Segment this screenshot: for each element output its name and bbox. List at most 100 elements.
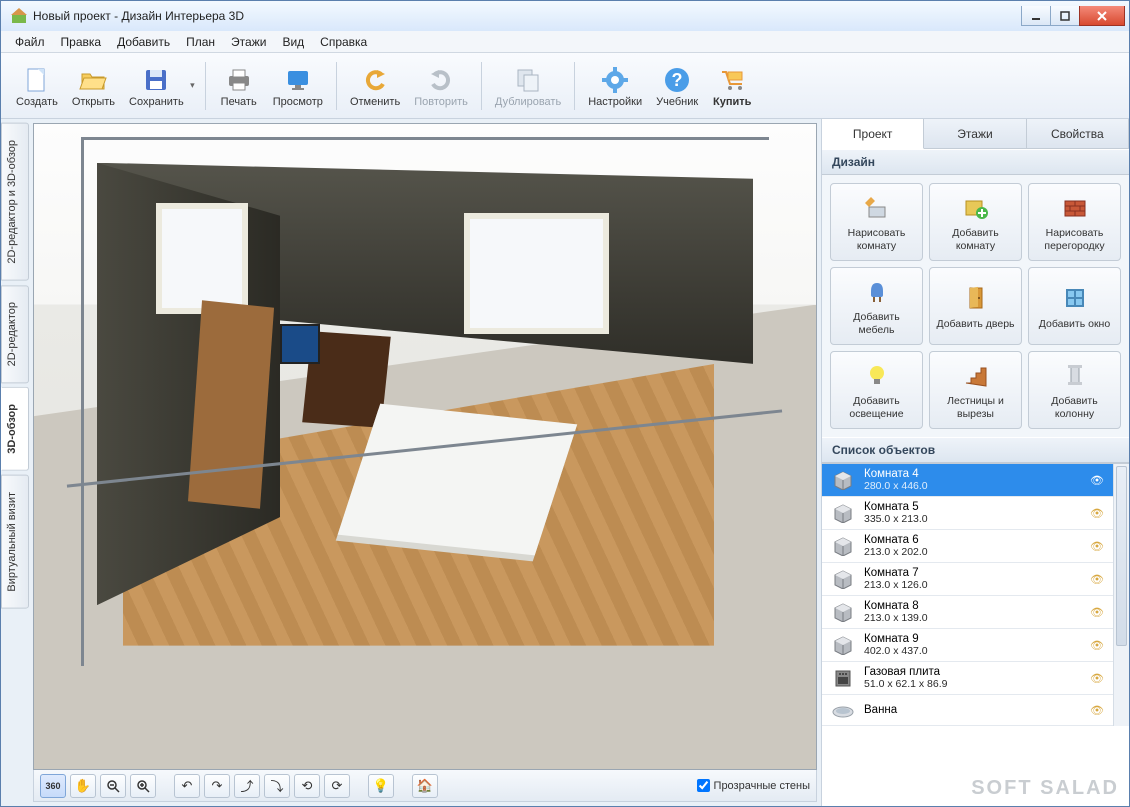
minimize-button[interactable] (1021, 6, 1051, 26)
tilt-up-button[interactable]: ⤴ (234, 774, 260, 798)
menu-file[interactable]: Файл (7, 33, 53, 51)
menu-edit[interactable]: Правка (53, 33, 110, 51)
visibility-eye-icon[interactable]: 👁 (1089, 474, 1105, 487)
pan-button[interactable]: ✋ (70, 774, 96, 798)
create-button[interactable]: Создать (9, 58, 65, 114)
draw-partition-button[interactable]: Нарисовать перегородку (1028, 183, 1121, 261)
duplicate-button[interactable]: Дублировать (488, 58, 568, 114)
object-list-item[interactable]: Комната 8213.0 x 139.0👁 (822, 596, 1113, 629)
visibility-eye-icon[interactable]: 👁 (1089, 606, 1105, 619)
rotate360-button[interactable]: 360 (40, 774, 66, 798)
object-name: Комната 4 (864, 468, 1081, 480)
maximize-button[interactable] (1050, 6, 1080, 26)
visibility-eye-icon[interactable]: 👁 (1089, 507, 1105, 520)
close-button[interactable] (1079, 6, 1125, 26)
cart-icon (716, 64, 748, 96)
rotate-left-button[interactable]: ↶ (174, 774, 200, 798)
frame-edge (81, 137, 769, 140)
menu-view[interactable]: Вид (274, 33, 312, 51)
transparent-walls-input[interactable] (697, 779, 710, 792)
object-list-item[interactable]: Газовая плита51.0 x 62.1 x 86.9👁 (822, 662, 1113, 695)
object-icon (830, 699, 856, 721)
right-panel: Проект Этажи Свойства Дизайн Нарисовать … (821, 119, 1129, 806)
add-furniture-button[interactable]: Добавить мебель (830, 267, 923, 345)
orbit-left-button[interactable]: ⟲ (294, 774, 320, 798)
new-file-icon (21, 64, 53, 96)
toolbar-separator (481, 62, 482, 110)
object-list-item[interactable]: Комната 7213.0 x 126.0👁 (822, 563, 1113, 596)
tab-3d-view[interactable]: 3D-обзор (1, 387, 29, 471)
rotate-right-button[interactable]: ↷ (204, 774, 230, 798)
svg-text:?: ? (672, 70, 683, 90)
tab-2d-3d-combo[interactable]: 2D-редактор и 3D-обзор (1, 123, 29, 281)
add-door-button[interactable]: Добавить дверь (929, 267, 1022, 345)
object-list-item[interactable]: Комната 9402.0 x 437.0👁 (822, 629, 1113, 662)
tab-properties[interactable]: Свойства (1027, 119, 1129, 148)
visibility-eye-icon[interactable]: 👁 (1089, 704, 1105, 717)
floppy-icon (140, 64, 172, 96)
object-list-item[interactable]: Ванна👁 (822, 695, 1113, 726)
scrollbar-thumb[interactable] (1116, 466, 1127, 646)
redo-button[interactable]: Повторить (407, 58, 475, 114)
tab-project[interactable]: Проект (822, 119, 924, 149)
object-icon (830, 667, 856, 689)
menu-help[interactable]: Справка (312, 33, 375, 51)
object-name: Газовая плита (864, 666, 1081, 678)
lightbulb-icon (861, 359, 893, 391)
visibility-eye-icon[interactable]: 👁 (1089, 672, 1105, 685)
menu-floors[interactable]: Этажи (223, 33, 274, 51)
stairs-icon (960, 359, 992, 391)
zoom-in-button[interactable] (130, 774, 156, 798)
draw-room-button[interactable]: Нарисовать комнату (830, 183, 923, 261)
object-icon (830, 601, 856, 623)
menu-plan[interactable]: План (178, 33, 223, 51)
stairs-cuts-button[interactable]: Лестницы и вырезы (929, 351, 1022, 429)
object-name: Комната 6 (864, 534, 1081, 546)
visibility-eye-icon[interactable]: 👁 (1089, 639, 1105, 652)
objects-section-header: Список объектов (822, 437, 1129, 463)
tutorial-button[interactable]: ? Учебник (649, 58, 705, 114)
hand-icon: ✋ (75, 778, 91, 794)
orbit-right-button[interactable]: ⟳ (324, 774, 350, 798)
column-icon (1059, 359, 1091, 391)
toolbar-separator (336, 62, 337, 110)
left-view-tabs: 2D-редактор и 3D-обзор 2D-редактор 3D-об… (1, 119, 29, 806)
toolbar-separator (574, 62, 575, 110)
visibility-eye-icon[interactable]: 👁 (1089, 573, 1105, 586)
transparent-walls-checkbox[interactable]: Прозрачные стены (697, 779, 810, 792)
object-list-items: Комната 4280.0 x 446.0👁Комната 5335.0 x … (822, 464, 1113, 726)
object-name: Комната 9 (864, 633, 1081, 645)
tab-floors[interactable]: Этажи (924, 119, 1026, 148)
menu-add[interactable]: Добавить (109, 33, 178, 51)
undo-button[interactable]: Отменить (343, 58, 407, 114)
open-button[interactable]: Открыть (65, 58, 122, 114)
tilt-down-button[interactable]: ⤵ (264, 774, 290, 798)
add-room-button[interactable]: Добавить комнату (929, 183, 1022, 261)
object-list-item[interactable]: Комната 6213.0 x 202.0👁 (822, 530, 1113, 563)
tab-virtual-visit[interactable]: Виртуальный визит (1, 475, 29, 609)
main-toolbar: Создать Открыть Сохранить Печать Просмот… (1, 53, 1129, 119)
object-dimensions: 213.0 x 139.0 (864, 612, 1081, 624)
object-list-item[interactable]: Комната 5335.0 x 213.0👁 (822, 497, 1113, 530)
add-column-button[interactable]: Добавить колонну (1028, 351, 1121, 429)
preview-button[interactable]: Просмотр (266, 58, 330, 114)
object-list-scrollbar[interactable] (1113, 464, 1129, 726)
buy-button[interactable]: Купить (705, 58, 759, 114)
visibility-eye-icon[interactable]: 👁 (1089, 540, 1105, 553)
object-dimensions: 213.0 x 126.0 (864, 579, 1081, 591)
bulb-icon: 💡 (373, 778, 389, 794)
zoom-out-icon (106, 779, 120, 793)
object-list-item[interactable]: Комната 4280.0 x 446.0👁 (822, 464, 1113, 497)
zoom-out-button[interactable] (100, 774, 126, 798)
save-button[interactable]: Сохранить (122, 58, 199, 114)
3d-viewport[interactable] (33, 123, 817, 770)
tab-2d-editor[interactable]: 2D-редактор (1, 285, 29, 383)
bed-object (338, 404, 578, 556)
print-button[interactable]: Печать (212, 58, 266, 114)
add-lighting-button[interactable]: Добавить освещение (830, 351, 923, 429)
add-window-button[interactable]: Добавить окно (1028, 267, 1121, 345)
object-icon (830, 568, 856, 590)
home-view-button[interactable]: 🏠 (412, 774, 438, 798)
settings-button[interactable]: Настройки (581, 58, 649, 114)
lighting-button[interactable]: 💡 (368, 774, 394, 798)
